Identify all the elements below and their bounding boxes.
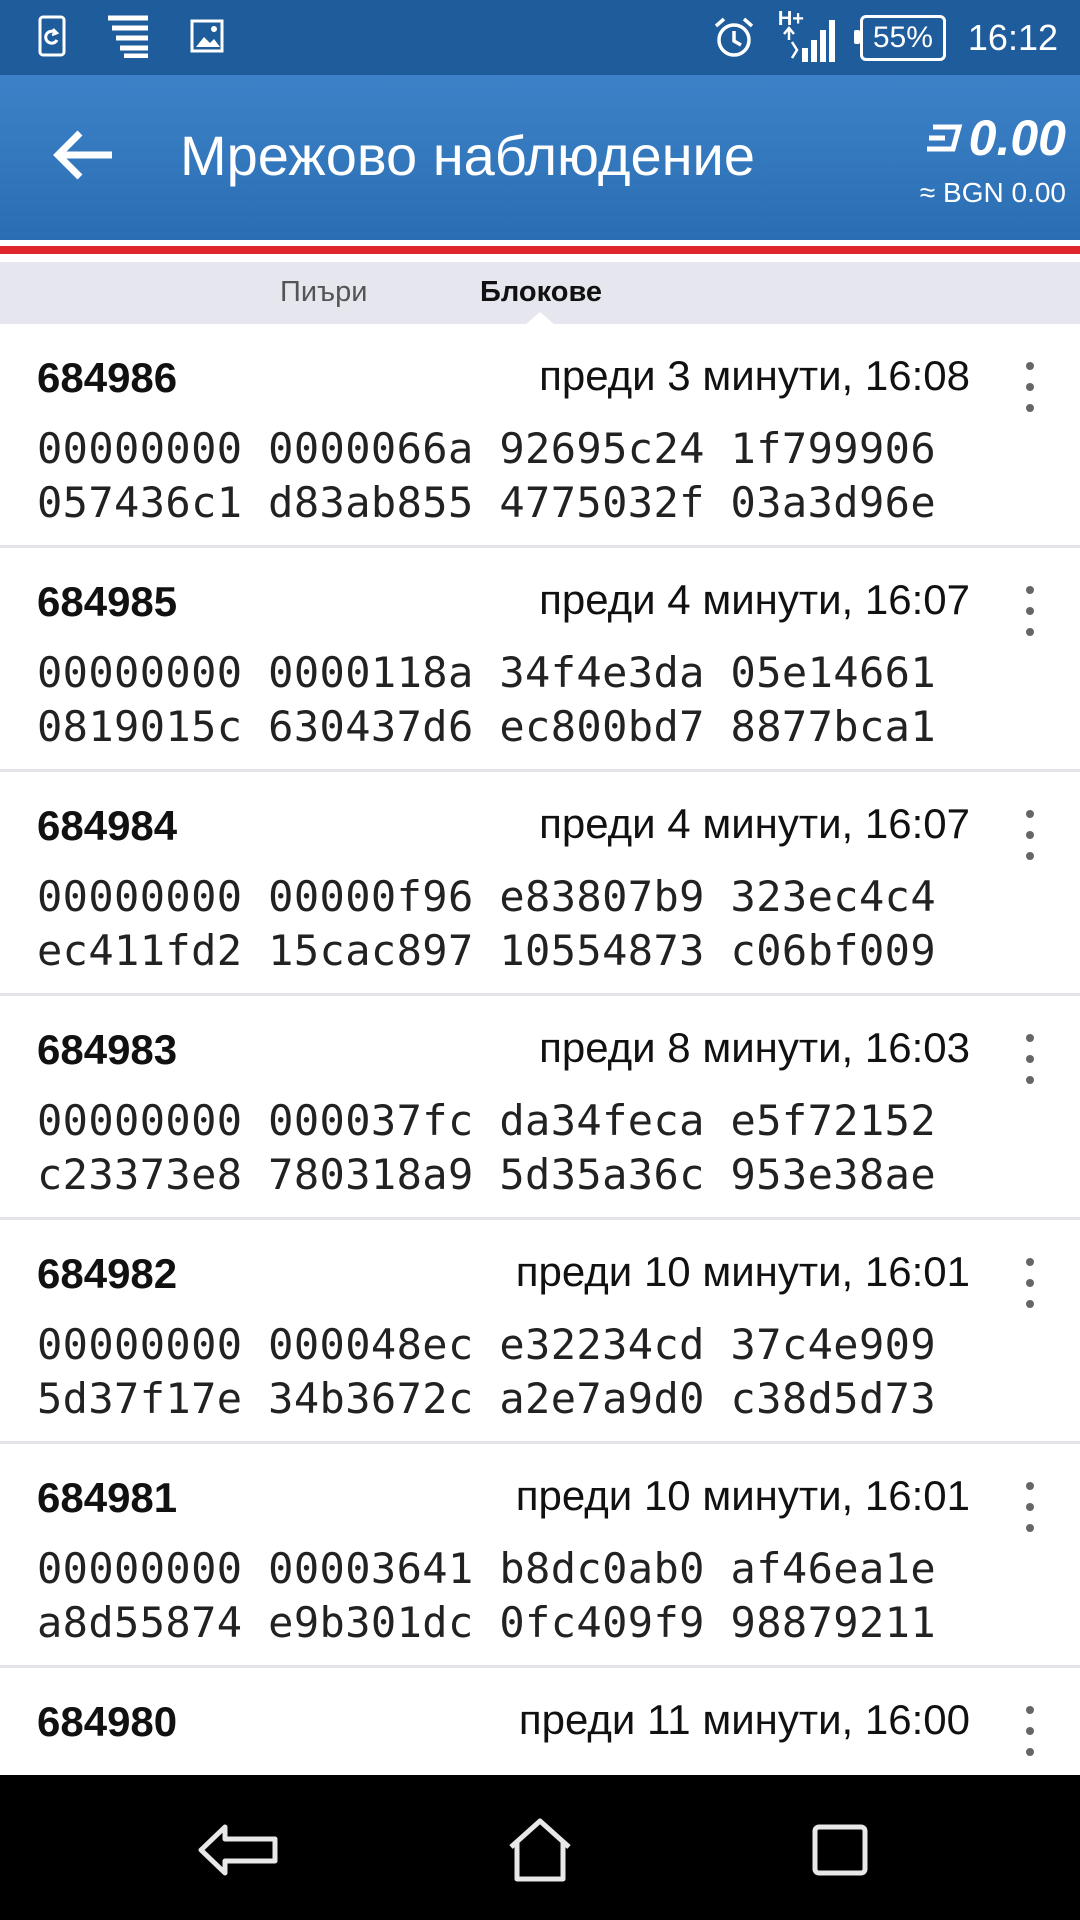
more-vert-icon[interactable] xyxy=(1020,1482,1040,1532)
alarm-icon xyxy=(714,17,754,57)
battery-level: 55% xyxy=(872,21,933,54)
list-item[interactable]: 684980 преди 11 минути, 16:00 xyxy=(0,1668,1080,1774)
system-status: H+ 55% 16:12 xyxy=(712,8,1058,64)
block-height: 684980 xyxy=(37,1698,178,1745)
arrow-left-icon xyxy=(53,130,112,180)
block-height: 684986 xyxy=(37,354,178,401)
block-height: 684981 xyxy=(37,1474,178,1521)
block-time: преди 4 минути, 16:07 xyxy=(539,576,970,623)
notification-icons xyxy=(38,14,224,58)
list-item[interactable]: 684984 преди 4 минути, 16:07 00000000 00… xyxy=(0,772,1080,996)
accent-divider xyxy=(0,240,1080,260)
more-vert-icon[interactable] xyxy=(1020,810,1040,860)
nav-home-button[interactable] xyxy=(495,1815,585,1885)
more-vert-icon[interactable] xyxy=(1020,1034,1040,1084)
block-time: преди 10 минути, 16:01 xyxy=(515,1472,970,1519)
nav-recents-icon xyxy=(812,1824,868,1876)
page-title: Мрежово наблюдение xyxy=(180,124,755,187)
tab-bar: Пиъри Блокове xyxy=(0,262,1080,324)
stack-icon xyxy=(108,15,148,58)
balance-amount: 0.00 xyxy=(968,110,1066,166)
wallet-balance[interactable]: 0.00 ≈ BGN 0.00 xyxy=(920,109,1066,209)
block-height: 684983 xyxy=(37,1026,178,1073)
block-hash: 00000000 0000118a 34f4e3da 05e14661 0819… xyxy=(37,648,937,751)
balance-amount-row: 0.00 xyxy=(920,109,1066,167)
block-time: преди 10 минути, 16:01 xyxy=(515,1248,970,1295)
back-button[interactable] xyxy=(50,125,120,185)
dash-currency-icon xyxy=(926,124,962,152)
more-vert-icon[interactable] xyxy=(1020,1258,1040,1308)
signal-indicator: H+ xyxy=(778,8,838,64)
nav-back-icon xyxy=(198,1824,278,1876)
block-time: преди 3 минути, 16:08 xyxy=(539,352,970,399)
block-height: 684985 xyxy=(37,578,178,625)
nav-home-icon xyxy=(509,1818,571,1882)
more-vert-icon[interactable] xyxy=(1020,586,1040,636)
tab-selected-indicator xyxy=(526,312,554,324)
block-time: преди 8 минути, 16:03 xyxy=(539,1024,970,1071)
block-hash: 00000000 000037fc da34feca e5f72152 c233… xyxy=(37,1096,937,1199)
sync-icon xyxy=(38,15,66,57)
block-hash: 00000000 00003641 b8dc0ab0 af46ea1e a8d5… xyxy=(37,1544,937,1647)
block-height: 684982 xyxy=(37,1250,178,1297)
nav-recents-button[interactable] xyxy=(795,1815,885,1885)
block-list: 684986 преди 3 минути, 16:08 00000000 00… xyxy=(0,324,1080,1774)
nav-back-button[interactable] xyxy=(195,1815,285,1885)
more-vert-icon[interactable] xyxy=(1020,362,1040,412)
block-hash: 00000000 0000066a 92695c24 1f799906 0574… xyxy=(37,424,937,527)
list-item[interactable]: 684986 преди 3 минути, 16:08 00000000 00… xyxy=(0,324,1080,548)
list-item[interactable]: 684981 преди 10 минути, 16:01 00000000 0… xyxy=(0,1444,1080,1668)
block-time: преди 11 минути, 16:00 xyxy=(518,1696,970,1743)
status-bar: H+ 55% 16:12 xyxy=(0,0,1080,75)
signal-icon xyxy=(782,20,835,62)
app-bar: Мрежово наблюдение 0.00 ≈ BGN 0.00 xyxy=(0,75,1080,240)
block-hash: 00000000 000048ec e32234cd 37c4e909 5d37… xyxy=(37,1320,937,1423)
list-item[interactable]: 684985 преди 4 минути, 16:07 00000000 00… xyxy=(0,548,1080,772)
navigation-bar xyxy=(0,1775,1080,1920)
tab-blocks[interactable]: Блокове xyxy=(480,276,602,309)
tab-peers[interactable]: Пиъри xyxy=(280,276,368,309)
list-item[interactable]: 684983 преди 8 минути, 16:03 00000000 00… xyxy=(0,996,1080,1220)
more-vert-icon[interactable] xyxy=(1020,1706,1040,1756)
balance-fiat: ≈ BGN 0.00 xyxy=(919,177,1066,208)
block-hash: 00000000 00000f96 e83807b9 323ec4c4 ec41… xyxy=(37,872,937,975)
list-item[interactable]: 684982 преди 10 минути, 16:01 00000000 0… xyxy=(0,1220,1080,1444)
clock: 16:12 xyxy=(967,17,1058,58)
block-height: 684984 xyxy=(37,802,178,849)
battery-icon: 55% xyxy=(853,15,946,61)
image-icon xyxy=(190,19,224,53)
block-time: преди 4 минути, 16:07 xyxy=(539,800,970,847)
